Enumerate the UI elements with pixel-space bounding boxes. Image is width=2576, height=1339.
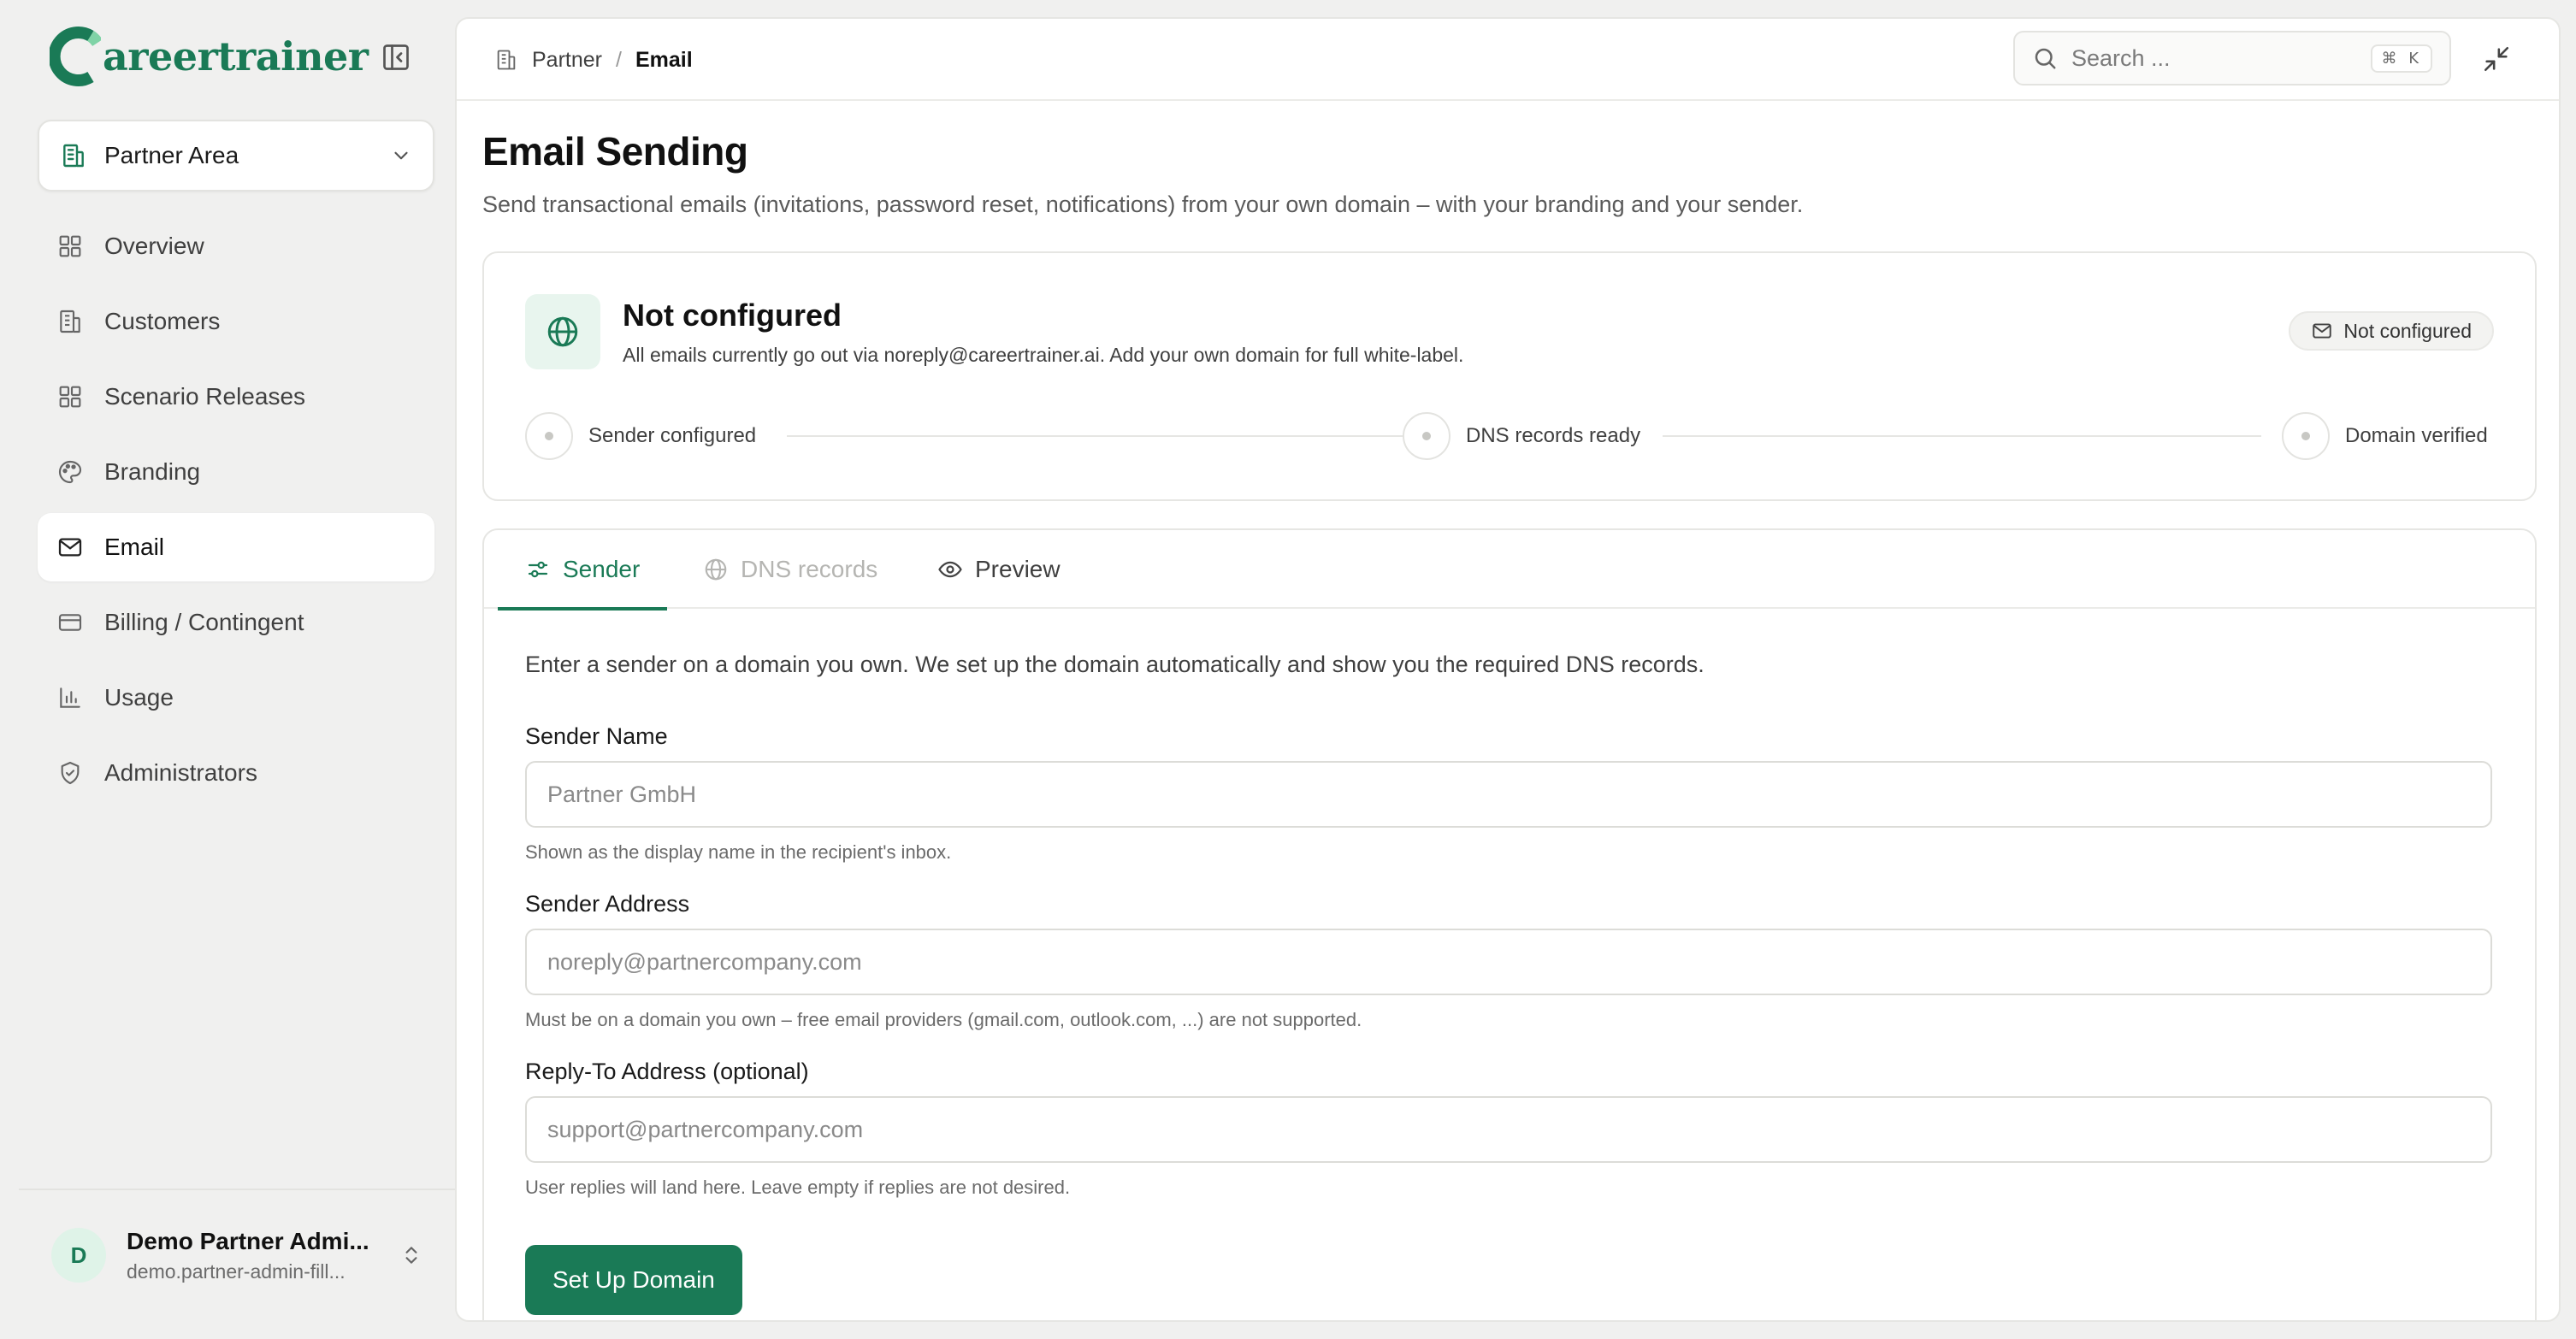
search-box[interactable]: ⌘ K: [2013, 31, 2451, 86]
tab-preview[interactable]: Preview: [937, 530, 1061, 609]
sidebar-item-label: Billing / Contingent: [104, 609, 304, 635]
tab-label: Preview: [975, 556, 1061, 582]
chevron-down-icon: [394, 151, 408, 160]
step-domain-verified: Domain verified: [2282, 410, 2488, 462]
mail-icon: [58, 538, 82, 557]
building-icon: [63, 144, 84, 168]
chevrons-up-down-icon: [405, 1247, 417, 1264]
form-intro: Enter a sender on a domain you own. We s…: [525, 652, 1705, 677]
sidebar-item-label: Scenario Releases: [104, 383, 306, 410]
status-title: Not configured: [623, 298, 842, 333]
sidebar-item-scenario-releases[interactable]: Scenario Releases: [38, 363, 434, 431]
user-name: Demo Partner Admi...: [127, 1227, 369, 1254]
set-up-domain-button[interactable]: Set Up Domain: [525, 1245, 742, 1315]
page-title: Email Sending: [482, 129, 748, 174]
user-email: demo.partner-admin-fill...: [127, 1259, 346, 1283]
sidebar-item-label: Administrators: [104, 759, 257, 786]
sender-name-label: Sender Name: [525, 723, 668, 749]
user-menu[interactable]: D Demo Partner Admi... demo.partner-admi…: [38, 1214, 434, 1296]
step-indicator: [525, 412, 573, 460]
sidebar-item-label: Customers: [104, 308, 221, 334]
minimize-icon: [2484, 46, 2509, 72]
sender-name-input[interactable]: [525, 761, 2492, 828]
sidebar-item-email[interactable]: Email: [38, 513, 434, 581]
sender-address-hint: Must be on a domain you own – free email…: [525, 1009, 1362, 1030]
grid-icon: [59, 386, 81, 408]
step-connector: [787, 435, 1406, 437]
user-info: Demo Partner Admi... demo.partner-admin-…: [127, 1228, 400, 1283]
sender-settings-card: Sender DNS records Preview Enter a sende…: [482, 528, 2537, 1320]
sidebar: areertrainer Partner Area Overview Custo…: [0, 0, 455, 1339]
sidebar-item-label: Email: [104, 534, 165, 560]
breadcrumb-current: Email: [635, 47, 693, 72]
status-description: All emails currently go out via noreply@…: [623, 344, 1464, 366]
sidebar-item-administrators[interactable]: Administrators: [38, 739, 434, 807]
search-input[interactable]: [2071, 44, 2372, 72]
logo-mark-icon: [50, 27, 101, 86]
step-dns-records-ready: DNS records ready: [1403, 410, 1640, 462]
step-connector: [1663, 435, 2261, 437]
search-shortcut-badge: ⌘ K: [2371, 44, 2432, 73]
top-bar: Partner / Email ⌘ K: [457, 19, 2559, 101]
status-card: Not configured All emails currently go o…: [482, 251, 2537, 501]
tab-dns-records[interactable]: DNS records: [703, 530, 877, 609]
breadcrumb-parent[interactable]: Partner: [532, 48, 602, 73]
minimize-button[interactable]: [2477, 39, 2516, 79]
globe-icon: [547, 316, 578, 347]
credit-card-icon: [58, 614, 82, 631]
sliders-icon: [528, 561, 548, 578]
logo-text: areertrainer: [103, 33, 369, 80]
sidebar-item-customers[interactable]: Customers: [38, 287, 434, 356]
eye-icon: [938, 561, 962, 578]
sidebar-item-overview[interactable]: Overview: [38, 212, 434, 280]
sidebar-item-label: Branding: [104, 458, 201, 485]
palette-icon: [58, 460, 82, 484]
sidebar-item-label: Usage: [104, 684, 174, 711]
sidebar-item-label: Overview: [104, 233, 204, 259]
area-selector-label: Partner Area: [104, 142, 239, 168]
sidebar-collapse-icon: [383, 44, 409, 70]
tab-bar: Sender DNS records Preview: [484, 530, 2535, 611]
area-selector[interactable]: Partner Area: [38, 120, 434, 192]
reply-to-label: Reply-To Address (optional): [525, 1059, 809, 1084]
breadcrumb: Partner / Email: [494, 19, 693, 101]
mail-icon: [2313, 323, 2332, 339]
sidebar-item-billing[interactable]: Billing / Contingent: [38, 588, 434, 657]
step-indicator: [1403, 412, 1450, 460]
sender-name-hint: Shown as the display name in the recipie…: [525, 841, 952, 863]
divider: [19, 1189, 455, 1190]
breadcrumb-separator: /: [615, 47, 622, 72]
building-icon: [60, 310, 80, 333]
status-badge-label: Not configured: [2343, 319, 2472, 342]
collapse-sidebar-button[interactable]: [376, 38, 416, 77]
brand-logo[interactable]: areertrainer: [50, 24, 369, 89]
step-label: Sender configured: [588, 424, 757, 447]
tab-label: Sender: [563, 556, 641, 582]
reply-to-hint: User replies will land here. Leave empty…: [525, 1177, 1071, 1198]
tab-sender[interactable]: Sender: [498, 530, 668, 611]
step-label: DNS records ready: [1466, 424, 1641, 447]
globe-tile: [525, 294, 600, 369]
tab-label: DNS records: [741, 556, 878, 582]
building-icon: [497, 50, 516, 70]
step-sender-configured: Sender configured: [525, 410, 756, 462]
sidebar-nav: Overview Customers Scenario Releases Bra…: [38, 212, 434, 814]
status-badge: Not configured: [2289, 311, 2494, 351]
search-icon: [2035, 48, 2056, 69]
sender-address-input[interactable]: [525, 929, 2492, 995]
sender-address-label: Sender Address: [525, 891, 690, 917]
setup-progress: Sender configured DNS records ready Doma…: [525, 410, 2497, 462]
step-label: Domain verified: [2345, 424, 2488, 447]
sidebar-item-branding[interactable]: Branding: [38, 438, 434, 506]
shield-icon: [61, 761, 80, 785]
step-indicator: [2282, 412, 2330, 460]
avatar: D: [51, 1228, 106, 1283]
bar-chart-icon: [60, 687, 80, 708]
grid-icon: [59, 235, 81, 257]
reply-to-input[interactable]: [525, 1096, 2492, 1163]
main-panel: Partner / Email ⌘ K Email Sending Send t…: [455, 17, 2561, 1322]
page-subtitle: Send transactional emails (invitations, …: [482, 192, 1804, 217]
globe-icon: [705, 558, 727, 581]
sidebar-item-usage[interactable]: Usage: [38, 664, 434, 732]
